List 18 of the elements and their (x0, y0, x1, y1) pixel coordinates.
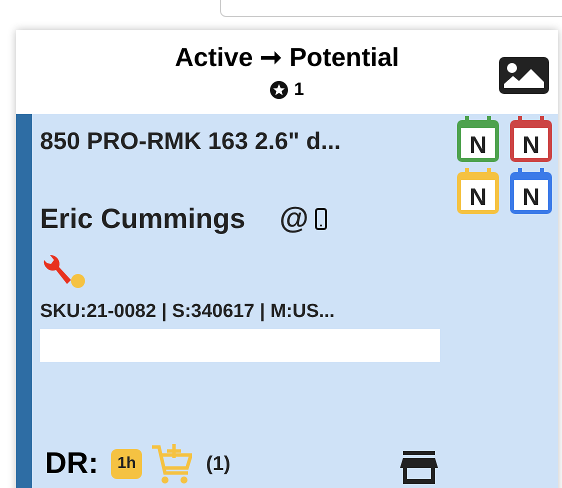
phone-icon[interactable] (314, 208, 327, 230)
dr-label: DR: (45, 446, 98, 482)
column-title: Active ➞ Potential (174, 42, 400, 72)
note-field[interactable] (40, 328, 440, 362)
store-icon[interactable] (400, 451, 438, 484)
cart-count: (1) (206, 452, 230, 476)
calendar-letter: N (522, 186, 540, 210)
email-link[interactable]: @ (279, 204, 309, 234)
time-badge: 1h (111, 448, 142, 478)
star-count: 1 (294, 78, 304, 101)
card[interactable]: N N N N 850 PRO-RMK 163 2.6" d... Eric Cummings @ SKU:21-0082 | S:340617 | M:US... DR: 1h (1) (16, 114, 558, 488)
card-details: SKU:21-0082 | S:340617 | M:US... (40, 300, 336, 324)
calendar-letter: N (469, 186, 487, 210)
calendar-letter: N (469, 134, 487, 158)
customer-name: Eric Cummings (40, 202, 246, 236)
image-icon[interactable] (499, 57, 549, 94)
calendar-letter: N (522, 134, 540, 158)
card-title: 850 PRO-RMK 163 2.6" d... (40, 128, 341, 156)
